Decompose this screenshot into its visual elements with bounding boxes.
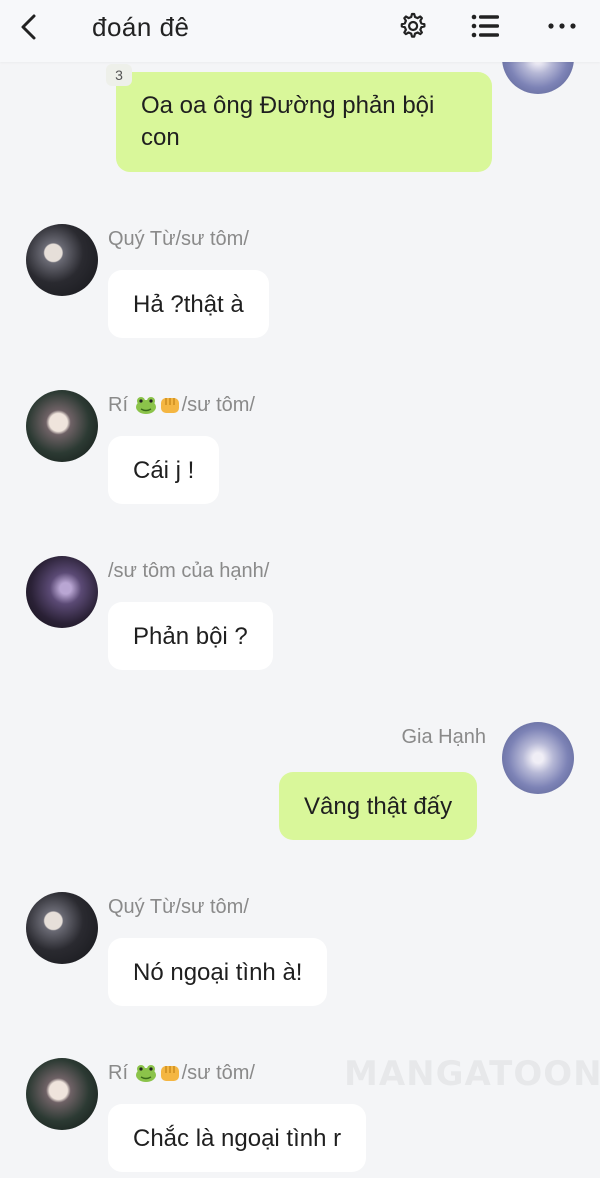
chat-title: đoán đê <box>92 12 190 42</box>
more-dots-icon[interactable] <box>542 8 582 44</box>
back-arrow-icon[interactable] <box>12 10 46 44</box>
avatar[interactable] <box>26 1058 98 1130</box>
chat-header: đoán đê <box>0 0 600 62</box>
message-bubble-outgoing[interactable]: Vâng thật đấy <box>279 772 478 840</box>
avatar[interactable] <box>26 224 98 296</box>
sender-name: Gia Hạnh <box>401 726 487 748</box>
fist-emoji-icon <box>158 395 182 421</box>
sender-name: Quý Từ/sư tôm/ <box>108 228 249 250</box>
avatar[interactable] <box>26 892 98 964</box>
message-bubble-incoming[interactable]: Nó ngoại tình à! <box>108 938 328 1006</box>
message-bubble-incoming[interactable]: Phản bội ? <box>108 602 273 670</box>
sender-name: Rí /sư tôm/ <box>108 394 255 421</box>
message-bubble-outgoing[interactable]: Oa oa ông Đường phản bội con <box>116 72 492 172</box>
unread-count-badge: 3 <box>106 64 132 86</box>
sender-name: Rí /sư tôm/ <box>108 1062 255 1089</box>
list-menu-icon[interactable] <box>466 8 506 44</box>
message-text-line: con <box>141 124 180 151</box>
avatar[interactable] <box>26 390 98 462</box>
settings-gear-icon[interactable] <box>392 8 432 44</box>
frog-emoji-icon <box>134 1063 158 1089</box>
sender-name-prefix: Rí <box>108 1062 128 1084</box>
sender-name: Quý Từ/sư tôm/ <box>108 896 249 918</box>
frog-emoji-icon <box>134 395 158 421</box>
sender-name-suffix: /sư tôm/ <box>181 1062 255 1084</box>
sender-name-suffix: /sư tôm/ <box>181 394 255 416</box>
avatar[interactable] <box>502 722 574 794</box>
avatar[interactable] <box>26 556 98 628</box>
watermark-logo: MANGATOON <box>344 1054 600 1094</box>
message-bubble-incoming[interactable]: Chắc là ngoại tình r <box>108 1104 367 1172</box>
sender-name-prefix: Rí <box>108 394 128 416</box>
fist-emoji-icon <box>158 1063 182 1089</box>
message-bubble-incoming[interactable]: Cái j ! <box>108 436 220 504</box>
sender-name: /sư tôm của hạnh/ <box>108 560 270 582</box>
message-text-line: Oa oa ông Đường phản bội <box>141 92 435 119</box>
message-bubble-incoming[interactable]: Hả ?thật à <box>108 270 269 338</box>
